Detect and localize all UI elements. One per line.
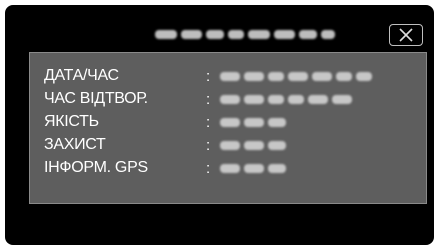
screen: ДАТА/ЧАС : ЧАС ВІДТВОР. : ЯКІСТЬ : ЗАХИС…	[0, 0, 439, 250]
info-row-protect: ЗАХИСТ :	[44, 136, 286, 154]
blurred-text-block	[268, 94, 284, 104]
blurred-text-block	[244, 117, 264, 127]
info-separator: :	[206, 136, 211, 154]
blurred-text-block	[220, 94, 240, 104]
blurred-text-block	[244, 71, 264, 81]
blurred-text-block	[332, 94, 352, 104]
blurred-text-block	[288, 94, 304, 104]
blurred-text-block	[321, 29, 336, 39]
info-label: ДАТА/ЧАС	[44, 67, 119, 84]
info-panel: ДАТА/ЧАС : ЧАС ВІДТВОР. : ЯКІСТЬ : ЗАХИС…	[29, 52, 427, 204]
blurred-text-block	[248, 29, 270, 39]
info-separator: :	[206, 90, 211, 108]
info-label: ІНФОРМ. GPS	[44, 159, 148, 176]
blurred-text-block	[220, 163, 240, 173]
close-button[interactable]	[389, 24, 423, 46]
blurred-text-block	[299, 29, 318, 39]
blurred-text-block	[220, 117, 240, 127]
blurred-text-block	[268, 140, 286, 150]
blurred-text-block	[273, 29, 296, 39]
blurred-text-block	[336, 71, 352, 81]
info-separator: :	[206, 159, 211, 177]
blurred-text-block	[312, 71, 332, 81]
blurred-text-block	[244, 163, 264, 173]
info-label: ЧАС ВІДТВОР.	[44, 90, 148, 107]
blurred-text-block	[244, 140, 264, 150]
info-value-blurred	[220, 71, 372, 81]
blurred-text-block	[268, 163, 286, 173]
info-row-playback-time: ЧАС ВІДТВОР. :	[44, 90, 352, 108]
info-label: ЗАХИСТ	[44, 136, 106, 153]
blurred-text-block	[288, 71, 308, 81]
info-value-blurred	[220, 163, 286, 173]
lcd-display: ДАТА/ЧАС : ЧАС ВІДТВОР. : ЯКІСТЬ : ЗАХИС…	[5, 5, 434, 245]
info-row-quality: ЯКІСТЬ :	[44, 113, 286, 131]
info-value-blurred	[220, 140, 286, 150]
blurred-text-block	[268, 71, 284, 81]
blurred-text-block	[228, 29, 244, 39]
info-separator: :	[206, 113, 211, 131]
blurred-text-block	[155, 29, 177, 39]
info-value-blurred	[220, 117, 286, 127]
blurred-text-block	[356, 71, 372, 81]
blurred-text-block	[180, 29, 203, 39]
blurred-text-block	[220, 71, 240, 81]
close-x-icon	[399, 28, 413, 42]
info-row-date-time: ДАТА/ЧАС :	[44, 67, 372, 85]
info-label: ЯКІСТЬ	[44, 113, 99, 130]
blurred-text-block	[244, 94, 264, 104]
blurred-text-block	[268, 117, 286, 127]
info-row-gps-info: ІНФОРМ. GPS :	[44, 159, 286, 177]
info-value-blurred	[220, 94, 352, 104]
info-separator: :	[206, 67, 211, 85]
blurred-text-block	[308, 94, 328, 104]
blurred-text-block	[220, 140, 240, 150]
blurred-text-block	[206, 29, 225, 39]
dialog-title-blurred	[155, 27, 336, 41]
